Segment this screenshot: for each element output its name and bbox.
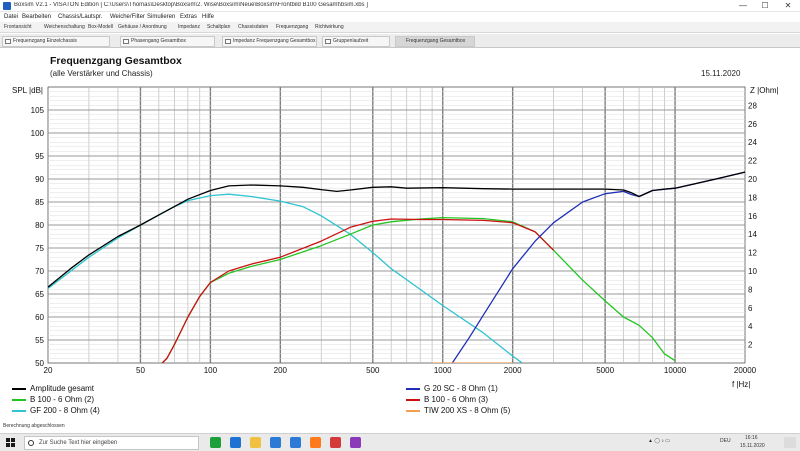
y2-tick-label: 8 — [748, 285, 753, 294]
windows-start-icon[interactable] — [6, 438, 16, 448]
edge-icon[interactable] — [230, 437, 241, 448]
task-view-icon[interactable] — [210, 437, 221, 448]
x-tick-label: 500 — [366, 366, 380, 375]
search-icon — [28, 440, 34, 446]
store-icon[interactable] — [290, 437, 301, 448]
y-tick-label: 75 — [35, 244, 44, 253]
legend-swatch — [12, 388, 26, 390]
y-tick-label: 90 — [35, 175, 44, 184]
status-bar: Berechnung abgeschlossen — [0, 421, 800, 432]
y2-tick-label: 10 — [748, 267, 757, 276]
explorer-icon[interactable] — [250, 437, 261, 448]
x-tick-label: 20000 — [734, 366, 757, 375]
y2-tick-label: 4 — [748, 322, 753, 331]
y2-tick-label: 26 — [748, 120, 757, 129]
legend-swatch — [406, 399, 420, 401]
x-tick-label: 5000 — [596, 366, 614, 375]
y2-tick-label: 2 — [748, 341, 753, 350]
y-tick-label: 100 — [31, 129, 45, 138]
firefox-icon[interactable] — [310, 437, 321, 448]
x-tick-label: 20 — [44, 366, 53, 375]
y2-tick-label: 16 — [748, 212, 757, 221]
x-tick-label: 2000 — [504, 366, 522, 375]
legend-swatch — [12, 399, 26, 401]
y-tick-label: 60 — [35, 313, 44, 322]
y-axis-label: SPL |dB| — [12, 86, 43, 95]
y-tick-label: 70 — [35, 267, 44, 276]
legend-swatch — [406, 410, 420, 412]
tray-icons[interactable]: ▲ ◯ ♪ ▭ — [648, 438, 670, 444]
y2-tick-label: 24 — [748, 138, 757, 147]
app-icon-purple[interactable] — [350, 437, 361, 448]
taskbar-search-input[interactable]: Zur Suche Text hier eingeben — [24, 436, 199, 450]
legend-swatch — [12, 410, 26, 412]
y-tick-label: 65 — [35, 290, 44, 299]
y-tick-label: 85 — [35, 198, 44, 207]
y-tick-label: 50 — [35, 359, 44, 368]
x-tick-label: 50 — [136, 366, 145, 375]
y-tick-label: 80 — [35, 221, 44, 230]
y2-axis-label: Z |Ohm| — [750, 86, 779, 95]
y2-tick-label: 28 — [748, 101, 757, 110]
frequency-response-plot[interactable]: 20 50 100 200 500 1000 2000 5000 10000 2000050556… — [0, 0, 800, 395]
y2-tick-label: 22 — [748, 157, 757, 166]
y2-tick-label: 20 — [748, 175, 757, 184]
y2-tick-label: 14 — [748, 230, 757, 239]
status-text: Berechnung abgeschlossen — [3, 423, 65, 429]
x-tick-label: 100 — [204, 366, 218, 375]
y-tick-label: 55 — [35, 336, 44, 345]
chart-legend: Amplitude gesamt B 100 - 6 Ohm (2) GF 20… — [0, 381, 800, 421]
notification-icon[interactable] — [784, 437, 796, 448]
x-tick-label: 10000 — [664, 366, 687, 375]
clock-date[interactable]: 15.11.2020 — [740, 443, 765, 449]
app-icon-red[interactable] — [330, 437, 341, 448]
x-tick-label: 1000 — [434, 366, 452, 375]
mail-icon[interactable] — [270, 437, 281, 448]
clock-time[interactable]: 16:16 — [745, 435, 758, 441]
y2-tick-label: 18 — [748, 193, 757, 202]
keyboard-language[interactable]: DEU — [720, 438, 731, 444]
x-tick-label: 200 — [274, 366, 288, 375]
legend-swatch — [406, 388, 420, 390]
y-tick-label: 95 — [35, 152, 44, 161]
y-tick-label: 105 — [31, 106, 45, 115]
y2-tick-label: 12 — [748, 249, 757, 258]
y2-tick-label: 6 — [748, 304, 753, 313]
windows-taskbar: Zur Suche Text hier eingeben ▲ ◯ ♪ ▭ DEU… — [0, 433, 800, 451]
